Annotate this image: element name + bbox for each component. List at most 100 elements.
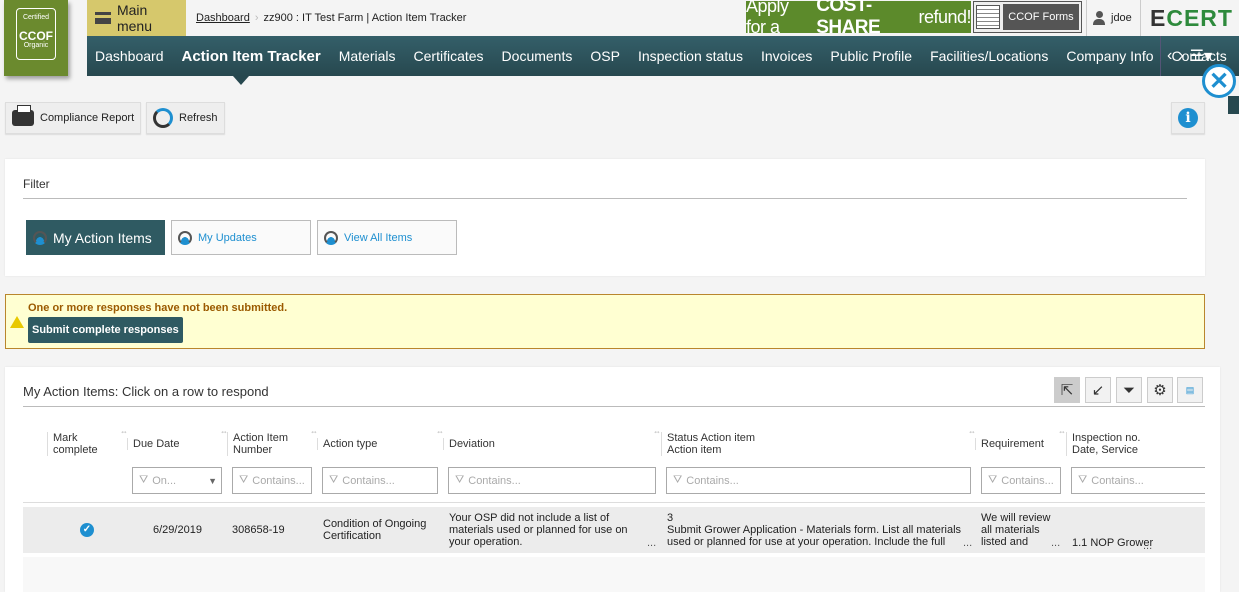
gear-icon[interactable]: ⚙ [1147, 377, 1173, 403]
breadcrumb-current: zz900 : IT Test Farm | Action Item Track… [263, 12, 467, 24]
nav-public-profile[interactable]: Public Profile [830, 48, 912, 64]
list-menu-icon[interactable]: ☰▾ [1190, 46, 1212, 66]
compliance-report-button[interactable]: Compliance Report [5, 102, 142, 134]
info-button[interactable]: i [1171, 102, 1205, 134]
column-resize-handle[interactable]: ⇔ [310, 427, 318, 436]
nav-action-item-tracker[interactable]: Action Item Tracker [182, 48, 321, 65]
person-icon [33, 230, 47, 245]
main-menu-button[interactable]: Main menu [87, 0, 186, 36]
close-icon[interactable]: ✕ [1202, 64, 1236, 98]
filter-title: Filter [23, 177, 50, 191]
column-header-deviation[interactable]: Deviation [443, 438, 495, 450]
cell-number: 308658-19 [232, 524, 285, 536]
filter-label: My Updates [198, 231, 257, 244]
column-header-due-date[interactable]: Due Date [127, 438, 179, 450]
username: jdoe [1111, 12, 1132, 24]
nav-facilities[interactable]: Facilities/Locations [930, 48, 1048, 64]
info-icon: i [1178, 108, 1198, 128]
logo-name: CCOF [19, 29, 53, 43]
cost-share-banner[interactable]: Apply for a COST-SHARE refund! [746, 0, 971, 38]
chevron-right-icon[interactable]: › [1178, 47, 1183, 65]
action-type-filter[interactable]: ⛛ Contains... [322, 467, 438, 494]
due-date-filter[interactable]: ⛛ On... ▼ [132, 467, 222, 494]
warning-icon [10, 316, 24, 328]
number-filter[interactable]: ⛛ Contains... [232, 467, 312, 494]
nav-osp[interactable]: OSP [590, 48, 620, 64]
cell-action: Submit Grower Application - Materials fo… [667, 524, 962, 548]
column-header-mark-complete[interactable]: Mark complete [47, 432, 98, 456]
hamburger-icon [95, 12, 111, 24]
column-resize-handle[interactable]: ⇔ [120, 427, 128, 436]
column-resize-handle[interactable]: ⇔ [436, 427, 444, 436]
nav-dashboard[interactable]: Dashboard [95, 48, 164, 64]
nav-materials[interactable]: Materials [339, 48, 396, 64]
column-resize-handle[interactable]: ⇔ [653, 427, 661, 436]
cell-status: 3 [667, 512, 674, 524]
person-icon [178, 230, 192, 245]
filter-icon: ⛛ [988, 474, 998, 486]
documents-icon [976, 5, 1000, 29]
column-resize-handle[interactable]: ⇔ [1058, 427, 1066, 436]
main-menu-label: Main menu [116, 2, 152, 34]
cell-inspection: 1.1 NOP Grower [1072, 537, 1154, 549]
deviation-filter[interactable]: ⛛ Contains... [448, 467, 656, 494]
filter-view-all-items[interactable]: View All Items [317, 220, 457, 255]
empty-row [23, 557, 1205, 592]
column-header-status[interactable]: Status Action item Action item [661, 432, 755, 456]
inspection-filter[interactable]: ⛛ Contains... [1071, 467, 1205, 494]
ecert-brand: ECERT [1150, 5, 1233, 31]
status-filter[interactable]: ⛛ Contains... [666, 467, 971, 494]
column-header-action-type[interactable]: Action type [317, 438, 377, 450]
user-icon [1093, 11, 1105, 25]
column-resize-handle[interactable]: ⇔ [968, 427, 976, 436]
filter-icon: ⛛ [329, 474, 339, 486]
refresh-button[interactable]: Refresh [146, 102, 225, 134]
compliance-label: Compliance Report [40, 112, 135, 124]
nav-inspection-status[interactable]: Inspection status [638, 48, 743, 64]
filter-icon: ⛛ [239, 474, 249, 486]
action-items-grid: My Action Items: Click on a row to respo… [5, 367, 1220, 592]
ccof-forms-button[interactable]: CCOF Forms [973, 1, 1082, 33]
table-row[interactable]: ✓ 6/29/2019 308658-19 Condition of Ongoi… [23, 507, 1205, 553]
logo-text: Certified [22, 14, 50, 21]
submit-responses-button[interactable]: Submit complete responses [28, 317, 183, 343]
nav-certificates[interactable]: Certificates [414, 48, 484, 64]
banner-text-bold: COST-SHARE [816, 0, 881, 38]
refresh-icon [153, 108, 173, 128]
requirement-filter[interactable]: ⛛ Contains... [981, 467, 1061, 494]
printer-icon [12, 105, 34, 126]
chevron-right-icon: › [254, 12, 259, 24]
person-icon [324, 230, 338, 245]
filter-my-action-items[interactable]: My Action Items [26, 220, 165, 255]
filter-my-updates[interactable]: My Updates [171, 220, 311, 255]
cell-requirement: We will review all materials listed and [981, 512, 1051, 548]
select-mode-icon[interactable]: ⇱ [1054, 377, 1080, 403]
clear-filter-icon[interactable]: ⏷ [1116, 377, 1142, 403]
ccof-logo[interactable]: Certified CCOF Organic [4, 0, 68, 76]
chevron-left-icon[interactable]: ‹ [1167, 47, 1172, 65]
logo-text: Organic [23, 42, 49, 49]
collapse-selection-icon[interactable]: ↙ [1085, 377, 1111, 403]
banner-text: refund! [918, 6, 971, 27]
warning-message: One or more responses have not been subm… [28, 302, 288, 314]
nav-documents[interactable]: Documents [502, 48, 573, 64]
nav-controls: ‹ › ☰▾ [1160, 36, 1212, 76]
grid-title: My Action Items: Click on a row to respo… [23, 384, 269, 399]
nav-company-info[interactable]: Company Info [1066, 48, 1153, 64]
checkmark-icon[interactable]: ✓ [80, 523, 94, 537]
dropdown-arrow-icon: ▼ [208, 475, 217, 486]
column-header-requirement[interactable]: Requirement [975, 438, 1044, 450]
warning-banner: One or more responses have not been subm… [5, 294, 1205, 349]
cell-due-date: 6/29/2019 [153, 524, 202, 536]
filter-label: View All Items [344, 231, 413, 244]
breadcrumb-dashboard-link[interactable]: Dashboard [196, 12, 250, 24]
banner-text: Apply for a [746, 0, 789, 37]
breadcrumb: Dashboard › zz900 : IT Test Farm | Actio… [196, 12, 466, 24]
side-panel-edge [1228, 96, 1239, 114]
export-xls-icon[interactable]: ▤ [1177, 377, 1203, 403]
column-header-action-item-number[interactable]: Action Item Number [227, 432, 288, 456]
user-menu[interactable]: jdoe [1086, 0, 1141, 36]
column-header-inspection[interactable]: Inspection no. Date, Service [1066, 432, 1141, 456]
filter-icon: ⛛ [139, 474, 149, 486]
nav-invoices[interactable]: Invoices [761, 48, 812, 64]
